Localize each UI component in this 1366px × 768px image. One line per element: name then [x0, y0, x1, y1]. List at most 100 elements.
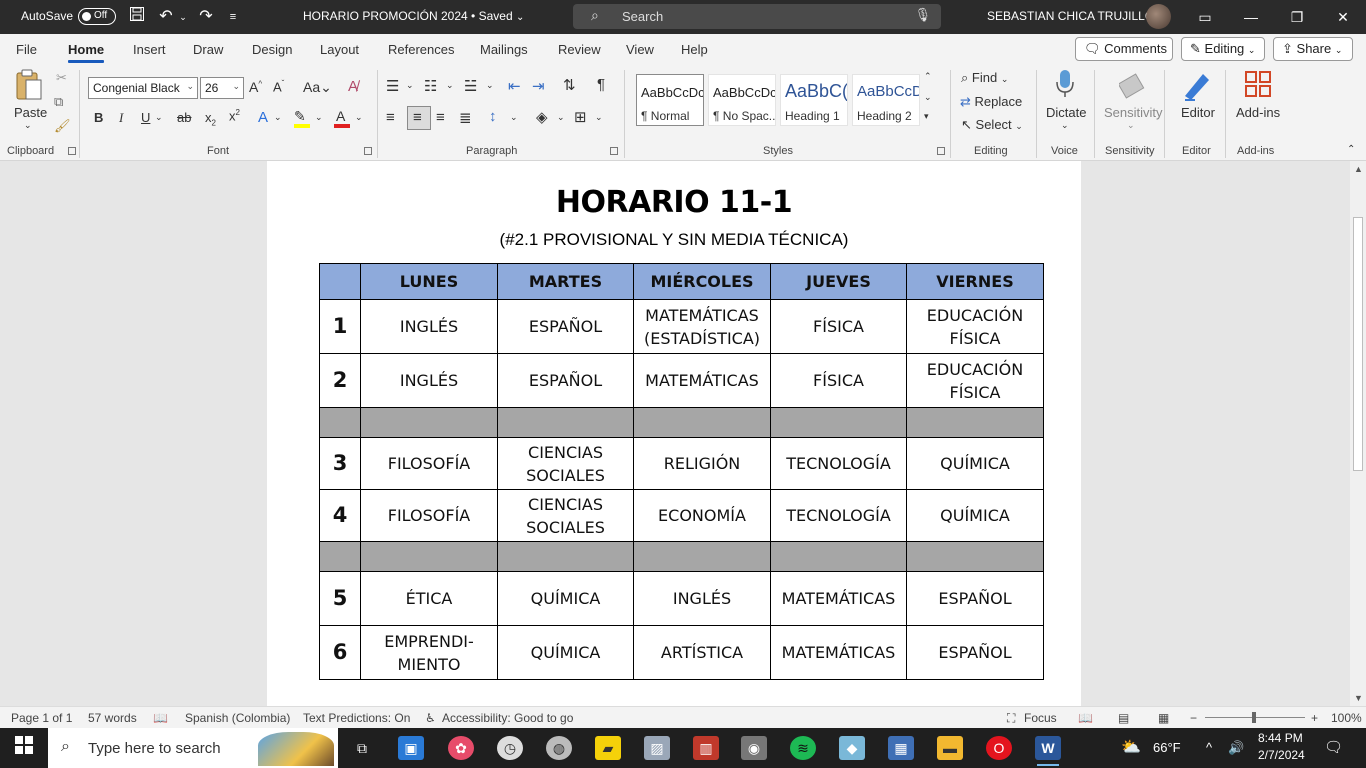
table-cell[interactable]: INGLÉS — [360, 353, 498, 408]
break-cell[interactable] — [633, 407, 771, 438]
tab-insert[interactable]: Insert — [133, 42, 166, 57]
app-icon-10[interactable]: ◆ — [839, 736, 865, 760]
table-cell[interactable]: EDUCACIÓN FÍSICA — [906, 299, 1044, 354]
style-normal[interactable]: AaBbCcDc ¶ Normal — [636, 74, 704, 126]
chevron-down-icon[interactable]: ⌄ — [24, 120, 32, 131]
table-cell[interactable]: TECNOLOGÍA — [770, 437, 907, 490]
break-cell[interactable] — [360, 541, 498, 572]
format-painter-icon[interactable]: 🖌 — [54, 118, 71, 134]
tab-design[interactable]: Design — [252, 42, 292, 57]
text-predictions[interactable]: Text Predictions: On — [303, 711, 410, 725]
editing-mode-button[interactable]: ✎ Editing ⌄ — [1181, 37, 1265, 61]
page-count[interactable]: Page 1 of 1 — [11, 711, 72, 725]
table-cell[interactable]: QUÍMICA — [497, 571, 634, 626]
dictate-label[interactable]: Dictate — [1046, 105, 1086, 120]
add-ins-icon[interactable] — [1243, 70, 1273, 105]
break-cell[interactable] — [906, 541, 1044, 572]
clock-time[interactable]: 8:44 PM — [1258, 731, 1303, 745]
table-cell[interactable]: ESPAÑOL — [906, 625, 1044, 680]
dialog-launcher-icon[interactable] — [68, 147, 76, 155]
share-button[interactable]: ⇪ Share ⌄ — [1273, 37, 1353, 61]
dialog-launcher-icon[interactable] — [610, 147, 618, 155]
spotify-icon[interactable]: ≋ — [790, 736, 816, 760]
clock-app-icon[interactable]: ◷ — [497, 736, 523, 760]
autosave-toggle[interactable]: Off — [78, 8, 116, 25]
tab-review[interactable]: Review — [558, 42, 601, 57]
schedule-table[interactable]: LUNES MARTES MIÉRCOLES JUEVES VIERNES 1 … — [319, 263, 1044, 680]
sticky-notes-icon[interactable]: ▰ — [595, 736, 621, 760]
app-icon-2[interactable]: ✿ — [448, 736, 474, 760]
table-cell[interactable]: CIENCIAS SOCIALES — [497, 489, 634, 542]
ribbon-display-options-icon[interactable]: ▭ — [1182, 6, 1228, 28]
styles-more-icon[interactable]: ▾ — [924, 111, 929, 122]
shading-icon[interactable]: ◈ — [536, 108, 548, 126]
bold-icon[interactable]: B — [94, 110, 103, 125]
table-cell[interactable]: ESPAÑOL — [906, 571, 1044, 626]
word-icon[interactable]: W — [1035, 736, 1061, 766]
scrollbar-thumb[interactable] — [1353, 217, 1363, 471]
table-cell[interactable]: MATEMÁTICAS — [633, 353, 771, 408]
chevron-down-icon[interactable]: ⌄ — [315, 112, 323, 123]
app-icon-1[interactable]: ▣ — [398, 736, 424, 760]
weather-icon[interactable]: ⛅ — [1121, 737, 1141, 757]
word-count[interactable]: 57 words — [88, 711, 137, 725]
notifications-icon[interactable]: 🗨 — [1324, 738, 1343, 756]
cut-icon[interactable]: ✂ — [56, 70, 67, 86]
tab-file[interactable]: File — [16, 42, 37, 57]
zoom-in-icon[interactable]: + — [1311, 711, 1318, 725]
break-cell[interactable] — [633, 541, 771, 572]
table-cell[interactable]: INGLÉS — [360, 299, 498, 354]
task-view-icon[interactable]: ⧉ — [349, 736, 375, 760]
header-cell[interactable]: JUEVES — [770, 263, 907, 300]
app-icon-4[interactable]: ◍ — [546, 736, 572, 760]
justify-icon[interactable]: ≣ — [459, 109, 472, 127]
comments-button[interactable]: 🗨 Comments — [1075, 37, 1173, 61]
file-explorer-icon[interactable]: ▬ — [937, 736, 963, 760]
chevron-down-icon[interactable]: ⌄ — [595, 112, 603, 123]
microphone-icon[interactable] — [1051, 68, 1079, 107]
period-number[interactable]: 2 — [319, 353, 361, 408]
break-cell[interactable] — [360, 407, 498, 438]
line-spacing-icon[interactable]: ↕ — [489, 108, 497, 125]
table-cell[interactable]: QUÍMICA — [906, 489, 1044, 542]
sort-icon[interactable]: ⇅ — [563, 76, 576, 94]
taskbar-search[interactable]: ⌕ Type here to search — [48, 728, 338, 768]
calculator-icon[interactable]: ▦ — [888, 736, 914, 760]
print-layout-icon[interactable]: ▤ — [1118, 711, 1129, 725]
editor-label[interactable]: Editor — [1181, 105, 1215, 120]
accessibility-status[interactable]: Accessibility: Good to go — [442, 711, 573, 725]
clear-formatting-icon[interactable]: A̸ — [348, 78, 358, 95]
period-number[interactable]: 1 — [319, 299, 361, 354]
header-corner-cell[interactable] — [319, 263, 361, 300]
editor-icon[interactable] — [1181, 70, 1213, 109]
read-mode-icon[interactable]: 📖 — [1078, 711, 1093, 725]
italic-icon[interactable]: I — [119, 110, 123, 126]
chevron-down-icon[interactable]: ⌄ — [406, 80, 414, 91]
user-avatar[interactable] — [1146, 4, 1171, 29]
weather-temp[interactable]: 66°F — [1153, 740, 1181, 755]
break-cell[interactable] — [770, 541, 907, 572]
font-color-icon[interactable]: A — [336, 108, 345, 124]
close-icon[interactable]: ✕ — [1320, 6, 1366, 28]
document-page[interactable]: HORARIO 11-1 (#2.1 PROVISIONAL Y SIN MED… — [267, 161, 1081, 706]
undo-dropdown-icon[interactable]: ⌄ — [172, 6, 194, 28]
table-cell[interactable]: QUÍMICA — [906, 437, 1044, 490]
table-cell[interactable]: RELIGIÓN — [633, 437, 771, 490]
table-cell[interactable]: MATEMÁTICAS — [770, 571, 907, 626]
chevron-down-icon[interactable]: ⌄ — [557, 112, 565, 123]
find-button[interactable]: ⌕ Find ⌄ — [961, 70, 1008, 86]
tab-references[interactable]: References — [388, 42, 454, 57]
select-button[interactable]: ↖ Select ⌄ — [961, 117, 1023, 133]
restore-icon[interactable]: ❐ — [1274, 6, 1320, 28]
superscript-icon[interactable]: x2 — [229, 108, 240, 123]
user-name[interactable]: SEBASTIAN CHICA TRUJILLO — [987, 9, 1154, 23]
decrease-font-size-icon[interactable]: Aˇ — [273, 79, 284, 94]
minimize-icon[interactable]: — — [1228, 6, 1274, 28]
strikethrough-icon[interactable]: ab — [177, 110, 191, 125]
table-cell[interactable]: CIENCIAS SOCIALES — [497, 437, 634, 490]
table-cell[interactable]: EDUCACIÓN FÍSICA — [906, 353, 1044, 408]
subscript-icon[interactable]: x2 — [205, 110, 216, 128]
align-center-button[interactable]: ≡ — [407, 106, 431, 130]
font-name-box[interactable]: Congenial Black ⌄ — [88, 77, 198, 99]
paste-icon[interactable] — [14, 68, 44, 109]
